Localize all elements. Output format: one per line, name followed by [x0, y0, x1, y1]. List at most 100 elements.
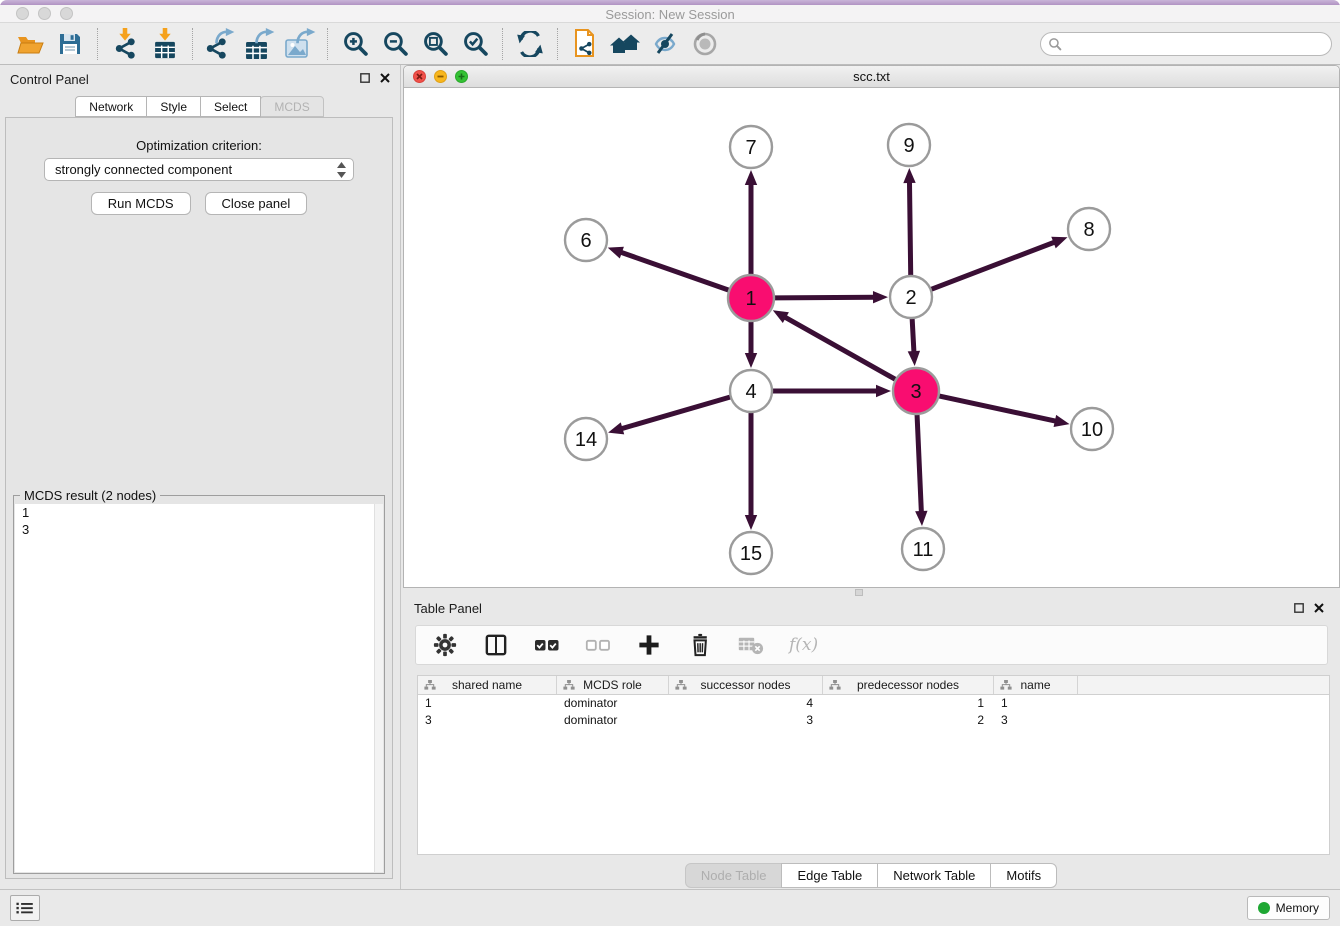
table-cell[interactable]: 3 — [669, 712, 823, 729]
graph-edge-2-8[interactable] — [932, 241, 1057, 289]
show-columns-icon[interactable] — [483, 631, 509, 659]
add-row-icon[interactable] — [636, 631, 662, 659]
float-panel-icon[interactable] — [1294, 603, 1304, 613]
save-session-icon[interactable] — [50, 25, 90, 63]
birds-eye-view-icon[interactable] — [685, 25, 725, 63]
graph-edge-arrow — [1054, 415, 1070, 427]
home-icon[interactable] — [605, 25, 645, 63]
column-header-successor-nodes[interactable]: successor nodes — [669, 676, 823, 694]
splitter-handle[interactable] — [855, 589, 863, 596]
show-hide-visual-style-icon[interactable] — [645, 25, 685, 63]
search-input[interactable] — [1040, 32, 1332, 56]
refresh-icon[interactable] — [510, 25, 550, 63]
open-session-icon[interactable] — [10, 25, 50, 63]
graph-edge-3-1[interactable] — [783, 316, 895, 379]
export-network-icon[interactable] — [200, 25, 240, 63]
horizontal-splitter[interactable] — [403, 588, 1340, 597]
table-cell[interactable]: 4 — [669, 695, 823, 712]
column-header-name[interactable]: name — [994, 676, 1078, 694]
tab-edge-table[interactable]: Edge Table — [781, 863, 878, 888]
table-cell[interactable]: 1 — [994, 695, 1078, 712]
graph-edge-3-10[interactable] — [939, 396, 1057, 422]
memory-button[interactable]: Memory — [1247, 896, 1330, 920]
close-panel-icon[interactable] — [1314, 603, 1324, 613]
mcds-tab-panel: Optimization criterion: strongly connect… — [5, 117, 393, 879]
select-all-icon[interactable] — [534, 631, 560, 659]
table-panel-title: Table Panel — [414, 601, 482, 616]
tab-style[interactable]: Style — [146, 96, 201, 117]
tab-mcds[interactable]: MCDS — [260, 96, 323, 117]
graph-edge-arrow — [903, 168, 915, 183]
export-table-icon[interactable] — [240, 25, 280, 63]
run-mcds-button[interactable]: Run MCDS — [91, 192, 191, 215]
network-window-titlebar[interactable]: scc.txt — [404, 66, 1339, 88]
graph-edge-arrow — [745, 515, 757, 530]
graph-edge-2-9[interactable] — [909, 180, 910, 275]
import-table-icon[interactable] — [145, 25, 185, 63]
mcds-result-list[interactable]: 13 — [15, 504, 383, 872]
table-cell[interactable]: dominator — [557, 712, 669, 729]
column-type-icon — [675, 680, 687, 690]
network-canvas[interactable]: 7968124314101511 — [404, 89, 1339, 587]
table-row[interactable]: 1dominator411 — [418, 695, 1329, 712]
export-image-icon[interactable] — [280, 25, 320, 63]
tab-network-table[interactable]: Network Table — [877, 863, 991, 888]
column-header-predecessor-nodes[interactable]: predecessor nodes — [823, 676, 994, 694]
optimization-criterion-label: Optimization criterion: — [6, 138, 392, 153]
optimization-criterion-select[interactable]: strongly connected component — [44, 158, 354, 181]
mcds-result-item[interactable]: 1 — [15, 504, 383, 521]
graph-edge-arrow — [745, 170, 757, 185]
column-header-label: MCDS role — [583, 678, 642, 692]
column-settings-icon[interactable] — [432, 631, 458, 659]
float-panel-icon[interactable] — [360, 73, 370, 83]
table-cell[interactable]: dominator — [557, 695, 669, 712]
table-cell[interactable]: 1 — [418, 695, 557, 712]
table-row[interactable]: 3dominator323 — [418, 712, 1329, 729]
graph-edge-1-2[interactable] — [775, 297, 876, 298]
fit-content-icon[interactable] — [415, 25, 455, 63]
graph-edge-arrow — [873, 291, 888, 303]
graph-node-label: 2 — [905, 287, 916, 309]
column-type-icon — [424, 680, 436, 690]
table-cell[interactable]: 3 — [994, 712, 1078, 729]
application-window: Session: New Session — [0, 0, 1340, 926]
network-graph[interactable]: 7968124314101511 — [404, 89, 1339, 587]
zoom-in-icon[interactable] — [335, 25, 375, 63]
table-panel: Table Panel — [403, 597, 1340, 889]
graph-edge-arrow — [908, 351, 920, 366]
table-cell[interactable]: 1 — [823, 695, 994, 712]
graph-edge-1-6[interactable] — [619, 252, 728, 290]
graph-edge-arrow — [745, 353, 757, 368]
table-cell[interactable]: 3 — [418, 712, 557, 729]
graph-edge-2-3[interactable] — [912, 319, 914, 354]
duplicate-network-icon[interactable] — [565, 25, 605, 63]
control-panel: Control Panel NetworkStyleSelectMCDS Opt… — [0, 65, 401, 889]
tab-network[interactable]: Network — [75, 96, 147, 117]
tab-node-table[interactable]: Node Table — [685, 863, 783, 888]
optimization-criterion-value: strongly connected component — [55, 162, 232, 177]
table-cell[interactable]: 2 — [823, 712, 994, 729]
deselect-all-icon[interactable] — [585, 631, 611, 659]
task-history-button[interactable] — [10, 895, 40, 921]
mcds-result-item[interactable]: 3 — [15, 521, 383, 538]
tab-motifs[interactable]: Motifs — [990, 863, 1057, 888]
graph-edge-3-11[interactable] — [917, 415, 921, 514]
zoom-selected-icon[interactable] — [455, 25, 495, 63]
import-network-icon[interactable] — [105, 25, 145, 63]
delete-row-icon[interactable] — [687, 631, 713, 659]
graph-node-label: 9 — [903, 135, 914, 157]
column-type-icon — [1000, 680, 1012, 690]
result-scrollbar[interactable] — [374, 504, 383, 872]
graph-node-label: 14 — [575, 429, 597, 451]
zoom-out-icon[interactable] — [375, 25, 415, 63]
column-type-icon — [563, 680, 575, 690]
node-table[interactable]: shared name MCDS role successor nodesprede… — [417, 675, 1330, 855]
close-panel-icon[interactable] — [380, 73, 390, 83]
graph-edge-4-14[interactable] — [620, 397, 730, 429]
close-panel-button[interactable]: Close panel — [205, 192, 308, 215]
column-header-shared-name[interactable]: shared name — [418, 676, 557, 694]
toolbar-separator — [327, 28, 328, 60]
tab-select[interactable]: Select — [200, 96, 261, 117]
graph-edge-arrow — [915, 511, 927, 526]
column-header-mcds-role[interactable]: MCDS role — [557, 676, 669, 694]
